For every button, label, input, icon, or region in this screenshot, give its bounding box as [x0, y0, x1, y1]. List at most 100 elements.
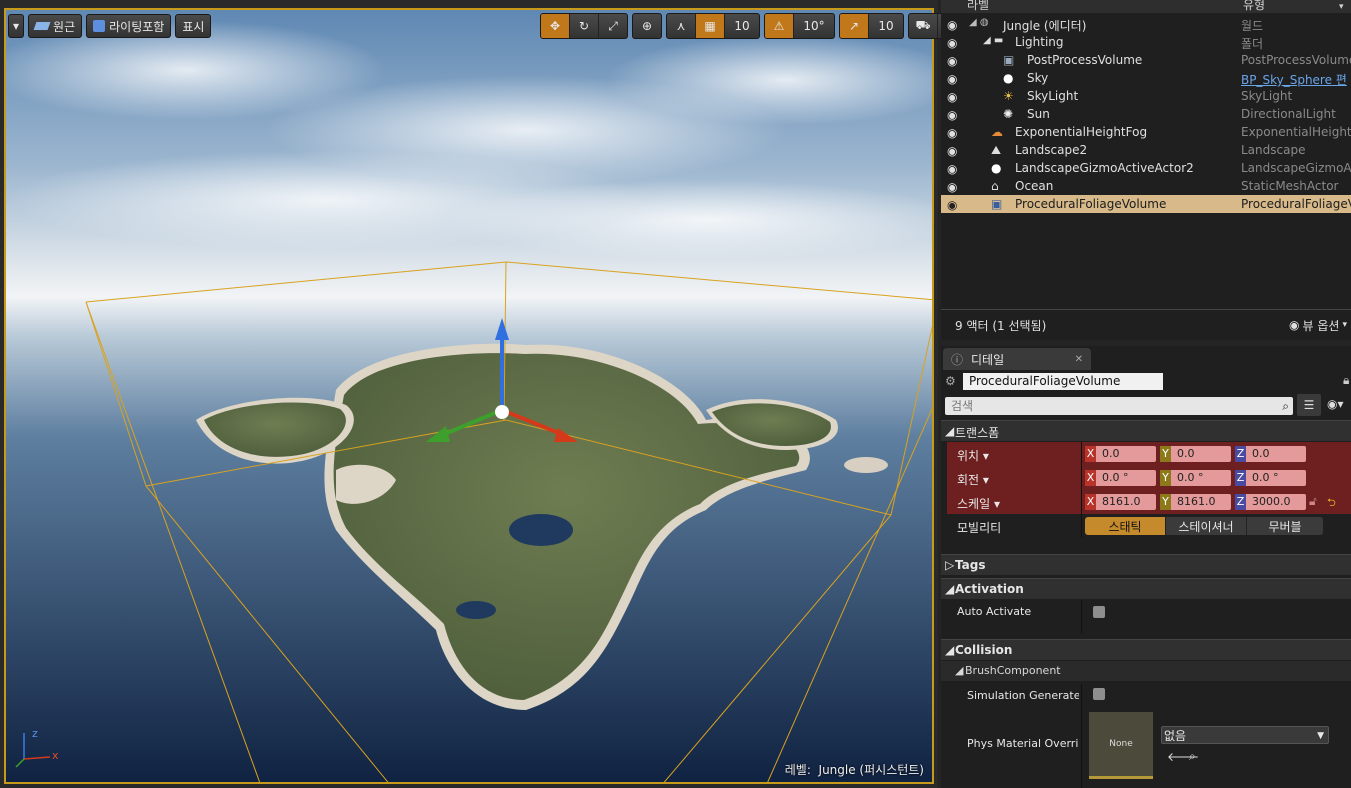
viewport-canvas[interactable] [4, 8, 934, 784]
transform-section-header[interactable]: ◢ 트랜스폼 [941, 420, 1351, 441]
location-x-field[interactable]: X 0.0 [1085, 446, 1156, 462]
scene-render[interactable] [6, 10, 934, 784]
fog-icon: ☁ [991, 125, 1003, 139]
expand-arrow-icon: ◢ [955, 664, 964, 677]
list-item[interactable]: ◉ ⛰ Landscape2 Landscape [941, 141, 1351, 159]
eye-icon[interactable]: ◉ [947, 144, 957, 158]
visibility-filter-icon[interactable]: ◉▾ [1327, 397, 1344, 411]
phys-material-thumbnail[interactable]: None [1089, 712, 1153, 779]
list-item[interactable]: ◉ ● Sky BP_Sky_Sphere 편 [941, 69, 1351, 87]
list-item[interactable]: ◉ ● LandscapeGizmoActiveActor2 Landscape… [941, 159, 1351, 177]
browse-search-icon[interactable]: ⌕ [1189, 749, 1196, 764]
details-search-input[interactable]: 검색 ⌕ [945, 397, 1293, 415]
scale-x-field[interactable]: X 8161.0 [1085, 494, 1156, 510]
location-row: 위치 ▾ X 0.0 Y 0.0 Z 0.0 [947, 442, 1351, 466]
collision-section-header[interactable]: ◢ Collision [941, 639, 1351, 660]
rotation-y-field[interactable]: Y 0.0 ° [1160, 470, 1231, 486]
brush-component-header[interactable]: ◢ BrushComponent [941, 661, 1351, 681]
list-item[interactable]: ◉ ⌂ Ocean StaticMeshActor [941, 177, 1351, 195]
view-options-button[interactable]: ◉ 뷰 옵션 ▾ [1289, 317, 1347, 334]
static-mesh-icon: ⌂ [991, 179, 999, 193]
reset-icon[interactable]: ⮌ [1327, 494, 1336, 513]
label-column-header[interactable]: 라벨 [967, 0, 989, 13]
rotation-z-field[interactable]: Z 0.0 ° [1235, 470, 1306, 486]
tags-section-header[interactable]: ▷ Tags [941, 554, 1351, 575]
eye-icon[interactable]: ◉ [947, 126, 957, 140]
location-z-field[interactable]: Z 0.0 [1235, 446, 1306, 462]
world-outliner: 라벨 유형 ▾ ◉ ◢ ◍ Jungle (에디터) 월드 ◉ ◢ ▬ Ligh… [941, 0, 1351, 340]
close-icon[interactable]: ✕ [1075, 354, 1083, 365]
lock-icon[interactable]: 🔒︎ [1343, 373, 1349, 388]
location-label[interactable]: 위치 ▾ [957, 447, 989, 464]
expand-arrow-icon: ◢ [945, 424, 955, 438]
mobility-movable-button[interactable]: 무버블 [1247, 517, 1323, 535]
axis-z-label: z [32, 727, 38, 740]
rotation-snap-value[interactable]: 10° [794, 14, 834, 38]
eye-icon[interactable]: ◉ [947, 72, 957, 86]
viewport-toolbar-right: ✥ ↻ ⤢ ⊕ ⋏ ▦ 10 ⚠ 10° ↗ 10 ⛟ 8 ❐ [540, 13, 984, 39]
rotation-snap-icon[interactable]: ⚠ [765, 14, 794, 38]
scale-snap-value[interactable]: 10 [869, 14, 903, 38]
scale-mode-icon[interactable]: ⤢ [599, 14, 627, 38]
grid-snap-value[interactable]: 10 [725, 14, 759, 38]
translate-mode-icon[interactable]: ✥ [541, 14, 570, 38]
location-y-field[interactable]: Y 0.0 [1160, 446, 1231, 462]
rotation-x-field[interactable]: X 0.0 ° [1085, 470, 1156, 486]
show-flags-button[interactable]: 표시 [175, 14, 212, 38]
scale-y-field[interactable]: Y 8161.0 [1160, 494, 1231, 510]
phys-material-dropdown[interactable]: 없음 ▼ [1161, 726, 1329, 744]
eye-icon[interactable]: ◉ [947, 180, 957, 194]
camera-speed-icon[interactable]: ⛟ [909, 14, 938, 38]
mobility-static-button[interactable]: 스태틱 [1085, 517, 1166, 535]
eye-icon[interactable]: ◉ [947, 198, 957, 212]
list-item[interactable]: ◉ ◢ ▬ Lighting 폴더 [941, 33, 1351, 51]
mobility-row: 모빌리티 스태틱 스테이셔너 무버블 [947, 514, 1351, 538]
viewport-toolbar-left: ▾ 원근 라이팅포함 표시 [8, 14, 215, 38]
surface-snap-icon[interactable]: ⋏ [667, 14, 696, 38]
list-item-selected[interactable]: ◉ ▣ ProceduralFoliageVolume ProceduralFo… [941, 195, 1351, 213]
expand-arrow-icon: ◢ [945, 643, 955, 657]
auto-activate-row: Auto Activate [947, 600, 1351, 634]
type-column-header[interactable]: 유형 [1243, 0, 1265, 13]
list-item[interactable]: ◉ ✺ Sun DirectionalLight [941, 105, 1351, 123]
lighting-mode-button[interactable]: 라이팅포함 [86, 14, 172, 38]
outliner-footer: 9 액터 (1 선택됨) ◉ 뷰 옵션 ▾ [941, 309, 1351, 340]
eye-icon[interactable]: ◉ [947, 108, 957, 122]
scale-label[interactable]: 스케일 ▾ [957, 495, 1000, 512]
activation-section-header[interactable]: ◢ Activation [941, 578, 1351, 599]
property-matrix-icon[interactable]: ☰ [1297, 394, 1321, 416]
list-item[interactable]: ◉ ☀ SkyLight SkyLight [941, 87, 1351, 105]
scale-snap-icon[interactable]: ↗ [840, 14, 869, 38]
expand-arrow-icon: ◢ [945, 582, 955, 596]
level-viewport[interactable]: ▾ 원근 라이팅포함 표시 ✥ ↻ ⤢ ⊕ ⋏ ▦ 10 ⚠ 10° ↗ 10 … [0, 0, 984, 788]
folder-icon: ◢ ▬ [983, 35, 1004, 46]
list-item[interactable]: ◉ ◢ ◍ Jungle (에디터) 월드 [941, 15, 1351, 33]
eye-icon[interactable]: ◉ [947, 36, 957, 50]
axis-indicator: x z [14, 727, 64, 774]
actor-count: 9 액터 (1 선택됨) [955, 318, 1047, 333]
grid-snap-group: ⋏ ▦ 10 [666, 13, 760, 39]
world-space-icon[interactable]: ⊕ [633, 14, 661, 38]
scale-z-field[interactable]: Z 3000.0 [1235, 494, 1306, 510]
blueprint-link[interactable]: BP_Sky_Sphere 편 [1241, 71, 1347, 88]
viewport-options-button[interactable]: ▾ [8, 14, 25, 38]
scale-lock-icon[interactable]: 🔓︎ [1309, 494, 1317, 509]
eye-icon[interactable]: ◉ [947, 90, 957, 104]
tab-details[interactable]: ⓘ 디테일 ✕ [943, 348, 1091, 370]
coordinate-space-group: ⊕ [632, 13, 662, 39]
chevron-down-icon[interactable]: ▾ [1339, 2, 1344, 12]
collapse-arrow-icon: ▷ [945, 558, 955, 572]
grid-snap-icon[interactable]: ▦ [696, 14, 725, 38]
actor-name-field[interactable]: ProceduralFoliageVolume [963, 373, 1163, 390]
auto-activate-checkbox[interactable] [1093, 606, 1105, 618]
list-item[interactable]: ◉ ▣ PostProcessVolume PostProcessVolume [941, 51, 1351, 69]
list-item[interactable]: ◉ ☁ ExponentialHeightFog ExponentialHeig… [941, 123, 1351, 141]
rotate-mode-icon[interactable]: ↻ [570, 14, 599, 38]
mobility-stationary-button[interactable]: 스테이셔너 [1166, 517, 1247, 535]
eye-icon[interactable]: ◉ [947, 162, 957, 176]
rotation-label[interactable]: 회전 ▾ [957, 471, 989, 488]
perspective-button[interactable]: 원근 [28, 14, 83, 38]
sim-generates-hit-checkbox[interactable] [1093, 688, 1105, 700]
eye-icon[interactable]: ◉ [947, 54, 957, 68]
eye-icon[interactable]: ◉ [947, 18, 957, 32]
